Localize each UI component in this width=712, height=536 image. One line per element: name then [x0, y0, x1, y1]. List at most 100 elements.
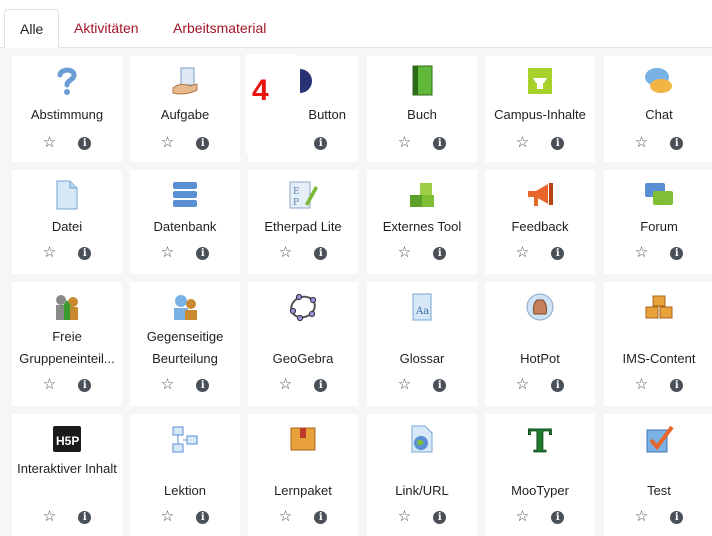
info-icon[interactable]: i [196, 510, 210, 524]
info-icon[interactable]: i [78, 246, 92, 260]
star-icon[interactable]: ☆ [516, 134, 529, 152]
info-icon[interactable]: i [78, 510, 92, 524]
star-icon[interactable]: ☆ [516, 376, 529, 394]
module-card-hotpot[interactable]: HotPot ☆ i [485, 282, 595, 406]
glossary-icon: Aa [367, 292, 477, 322]
info-icon[interactable]: i [314, 246, 328, 260]
star-icon[interactable]: ☆ [635, 508, 648, 526]
chat-bubbles-icon [604, 66, 712, 96]
info-icon[interactable]: i [78, 136, 92, 150]
module-card-test[interactable]: Test ☆ i [604, 414, 712, 536]
info-icon[interactable]: i [78, 378, 92, 392]
info-icon[interactable]: i [433, 378, 447, 392]
info-icon[interactable]: i [314, 378, 328, 392]
star-icon[interactable]: ☆ [516, 508, 529, 526]
info-icon[interactable]: i [314, 136, 328, 150]
tab-activities[interactable]: Aktivitäten [59, 9, 154, 47]
module-card-gegenseitige-beurteilung[interactable]: Gegenseitige Beurteilung ☆ i [130, 282, 240, 406]
assignment-hand-icon [130, 66, 240, 96]
star-icon[interactable]: ☆ [161, 134, 174, 152]
module-card-datenbank[interactable]: Datenbank ☆ i [130, 170, 240, 274]
info-icon[interactable]: i [670, 246, 684, 260]
module-card-campus[interactable]: Campus-Inhalte ☆ i [485, 56, 595, 162]
info-icon[interactable]: i [433, 246, 447, 260]
module-label: Link/URL [395, 483, 449, 498]
forum-icon [604, 180, 712, 210]
info-icon[interactable]: i [196, 378, 210, 392]
module-label: Datei [51, 219, 83, 234]
star-icon[interactable]: ☆ [161, 244, 174, 262]
info-icon[interactable]: i [433, 136, 447, 150]
module-label: Campus-Inhalte [494, 107, 586, 122]
star-icon[interactable]: ☆ [43, 376, 56, 394]
star-icon[interactable]: ☆ [279, 376, 292, 394]
module-card-datei[interactable]: Datei ☆ i [12, 170, 122, 274]
module-label: Aufgabe [160, 107, 210, 122]
svg-text:Aa: Aa [415, 306, 429, 317]
info-icon[interactable]: i [551, 510, 565, 524]
module-card-abstimmung[interactable]: Abstimmung ☆ i [12, 56, 122, 162]
star-icon[interactable]: ☆ [161, 376, 174, 394]
module-card-mootyper[interactable]: T MooTyper ☆ i [485, 414, 595, 536]
svg-text:E: E [293, 187, 300, 197]
ims-boxes-icon [604, 292, 712, 322]
info-icon[interactable]: i [196, 136, 210, 150]
module-card-glossar[interactable]: Aa Glossar ☆ i [367, 282, 477, 406]
module-label: Abstimmung [30, 107, 104, 122]
star-icon[interactable]: ☆ [516, 244, 529, 262]
star-icon[interactable]: ☆ [635, 134, 648, 152]
tab-resources[interactable]: Arbeitsmaterial [158, 9, 281, 47]
module-card-etherpad[interactable]: EP Etherpad Lite ☆ i [248, 170, 358, 274]
info-icon[interactable]: i [314, 510, 328, 524]
module-label: Gegenseitige Beurteilung [146, 329, 224, 366]
module-card-freie-gruppeneinteilung[interactable]: Freie Gruppeneinteil... ☆ i [12, 282, 122, 406]
star-icon[interactable]: ☆ [398, 508, 411, 526]
module-label: HotPot [520, 351, 560, 366]
star-icon[interactable]: ☆ [43, 244, 56, 262]
info-icon[interactable]: i [551, 246, 565, 260]
scorm-package-icon [248, 424, 358, 454]
star-icon[interactable]: ☆ [398, 244, 411, 262]
module-card-lektion[interactable]: Lektion ☆ i [130, 414, 240, 536]
step-number-badge: 4 [252, 74, 269, 107]
module-label: Glossar [399, 351, 445, 366]
module-card-ims-content[interactable]: IMS-Content ☆ i [604, 282, 712, 406]
info-icon[interactable]: i [551, 378, 565, 392]
info-icon[interactable]: i [551, 136, 565, 150]
star-icon[interactable]: ☆ [279, 508, 292, 526]
module-card-aufgabe[interactable]: Aufgabe ☆ i [130, 56, 240, 162]
info-icon[interactable]: i [670, 136, 684, 150]
svg-text:P: P [293, 198, 299, 208]
info-icon[interactable]: i [196, 246, 210, 260]
module-card-link-url[interactable]: Link/URL ☆ i [367, 414, 477, 536]
info-icon[interactable]: i [670, 510, 684, 524]
star-icon[interactable]: ☆ [161, 508, 174, 526]
info-icon[interactable]: i [433, 510, 447, 524]
star-icon[interactable]: ☆ [635, 244, 648, 262]
star-icon[interactable]: ☆ [279, 244, 292, 262]
module-card-externes-tool[interactable]: Externes Tool ☆ i [367, 170, 477, 274]
module-card-buch[interactable]: Buch ☆ i [367, 56, 477, 162]
module-label: IMS-Content [622, 351, 696, 366]
module-card-interaktiver-inhalt[interactable]: H5P Interaktiver Inhalt ☆ i [12, 414, 122, 536]
module-label: Etherpad Lite [264, 219, 342, 234]
star-icon[interactable]: ☆ [635, 376, 648, 394]
star-icon[interactable]: ☆ [398, 134, 411, 152]
info-icon[interactable]: i [670, 378, 684, 392]
puzzle-icon [367, 180, 477, 210]
quiz-check-icon [604, 424, 712, 454]
url-globe-icon [367, 424, 477, 454]
module-card-geogebra[interactable]: GeoGebra ☆ i [248, 282, 358, 406]
star-icon[interactable]: ☆ [43, 134, 56, 152]
module-card-feedback[interactable]: Feedback ☆ i [485, 170, 595, 274]
module-card-lernpaket[interactable]: Lernpaket ☆ i [248, 414, 358, 536]
star-icon[interactable]: ☆ [43, 508, 56, 526]
campus-icon [485, 66, 595, 96]
module-label: Freie Gruppeneinteil... [19, 329, 115, 366]
module-label: Forum [640, 219, 678, 234]
tab-all[interactable]: Alle [4, 9, 60, 48]
group-choice-icon [12, 292, 122, 322]
module-card-forum[interactable]: Forum ☆ i [604, 170, 712, 274]
module-card-chat[interactable]: Chat ☆ i [604, 56, 712, 162]
star-icon[interactable]: ☆ [398, 376, 411, 394]
